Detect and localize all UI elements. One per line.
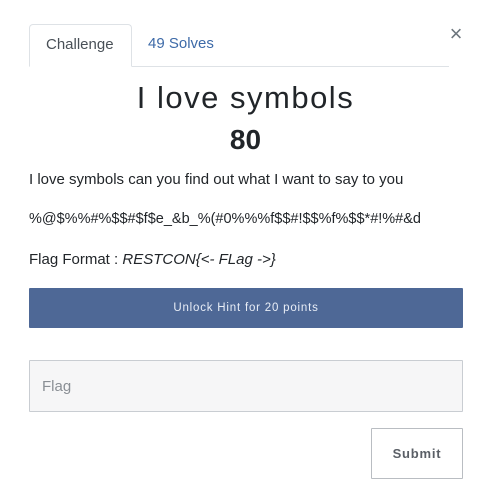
tab-solves[interactable]: 49 Solves [132,24,230,65]
flag-format: Flag Format : RESTCON{<- FLag ->} [29,251,276,268]
flag-format-value: RESTCON{<- FLag ->} [122,251,276,268]
close-icon: × [449,21,463,46]
flag-format-label: Flag Format : [29,251,123,268]
flag-input[interactable] [29,360,463,412]
tab-challenge[interactable]: Challenge [29,24,132,67]
challenge-tabs: Challenge 49 Solves [29,24,449,67]
challenge-description: I love symbols can you find out what I w… [29,171,404,188]
unlock-hint-button[interactable]: Unlock Hint for 20 points [29,288,463,328]
submit-button[interactable]: Submit [371,428,463,479]
cipher-text: %@$%%#%$$#$f$e_&b_%(#0%%%f$$#!$$%f%$$*#!… [29,211,421,227]
challenge-value: 80 [229,124,262,155]
challenge-modal: Challenge 49 Solves × I love symbols 80 … [0,0,481,503]
challenge-name: I love symbols [136,80,355,115]
close-button[interactable]: × [446,22,466,46]
